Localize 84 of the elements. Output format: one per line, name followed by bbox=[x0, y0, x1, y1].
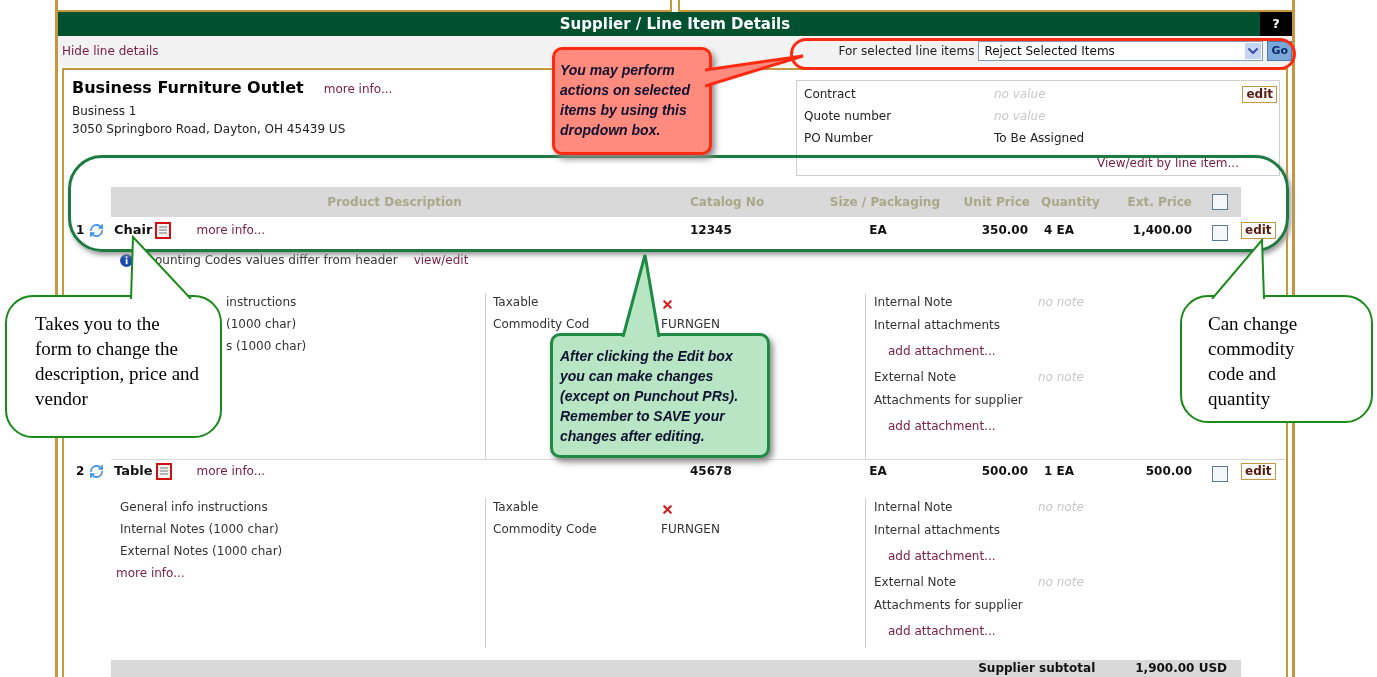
column-header: Catalog No bbox=[678, 187, 788, 217]
callout-tooltip: Takes you to the form to change the description, price and vendor bbox=[5, 295, 222, 438]
note-label: External Notes (1000 char) bbox=[120, 543, 283, 560]
subtotal-value: 1,900.00 USD bbox=[1135, 660, 1227, 677]
cross-icon bbox=[661, 502, 674, 516]
line-number: 1 bbox=[76, 222, 85, 239]
supplier-address: 3050 Springboro Road, Dayton, OH 45439 US bbox=[72, 121, 347, 138]
more-info-link[interactable]: more info... bbox=[323, 80, 393, 98]
field-label: Internal attachments bbox=[874, 317, 1001, 334]
extended-price: 500.00 bbox=[1144, 463, 1193, 480]
note-label: s (1000 char) bbox=[226, 338, 307, 355]
checkbox[interactable] bbox=[1211, 194, 1228, 210]
hide-details-link[interactable]: Hide line details bbox=[62, 42, 159, 60]
unit-price: 350.00 bbox=[980, 222, 1029, 239]
checkbox[interactable] bbox=[1211, 225, 1228, 241]
column-header: Quantity bbox=[1036, 187, 1108, 217]
edit-button[interactable]: edit bbox=[1242, 86, 1277, 103]
item-name: Table bbox=[114, 462, 153, 481]
quantity: 1 EA bbox=[1043, 463, 1075, 480]
catalog-number: 12345 bbox=[689, 222, 733, 239]
field-value: FURNGEN bbox=[661, 316, 721, 333]
column-header: Unit Price bbox=[948, 187, 1036, 217]
subtotal-label: Supplier subtotal bbox=[978, 660, 1096, 677]
field-label: PO Number bbox=[804, 130, 874, 147]
column-header: Size / Packaging bbox=[788, 187, 948, 217]
callout-tooltip: After clicking the Edit box you can make changes (except on Punchout PRs). Remember to SAVE your changes after editing. bbox=[550, 333, 770, 458]
callout-tooltip: You may perform actions on selected items by using this dropdown box. bbox=[552, 47, 712, 155]
note-label: Internal Notes (1000 char) bbox=[120, 521, 279, 538]
field-label: Commodity Code bbox=[493, 521, 598, 538]
help-button[interactable]: ? bbox=[1260, 12, 1292, 36]
info-icon bbox=[120, 253, 133, 267]
size-packaging: EA bbox=[868, 222, 888, 239]
note-label: General info instructions bbox=[120, 499, 268, 516]
document-icon[interactable] bbox=[155, 221, 172, 239]
more-info-link[interactable]: more info... bbox=[196, 462, 266, 480]
bulk-action-label: For selected line items bbox=[838, 43, 975, 60]
field-label: Attachments for supplier bbox=[874, 597, 1023, 614]
callout-pointer-tooltip bbox=[1210, 238, 1268, 299]
checkbox[interactable] bbox=[1211, 466, 1228, 482]
field-label: Quote number bbox=[804, 108, 893, 125]
unit-price: 500.00 bbox=[980, 463, 1029, 480]
field-label: External Note bbox=[874, 574, 957, 591]
field-label: External Note bbox=[874, 369, 957, 386]
edit-button[interactable]: edit bbox=[1241, 221, 1276, 239]
cross-icon bbox=[661, 297, 674, 311]
field-label: Internal attachments bbox=[874, 522, 1001, 539]
column-header: Ext. Price bbox=[1108, 187, 1198, 217]
add-attachment-link[interactable]: add attachment... bbox=[874, 544, 996, 565]
more-info-link[interactable]: more info... bbox=[116, 564, 185, 582]
extended-price: 1,400.00 bbox=[1131, 222, 1193, 239]
catalog-number: 45678 bbox=[689, 463, 733, 480]
item-name: Chair bbox=[114, 221, 153, 240]
add-attachment-link[interactable]: add attachment... bbox=[874, 414, 996, 435]
field-label: Internal Note bbox=[874, 294, 954, 311]
supplier-name: Business Furniture Outlet bbox=[72, 77, 304, 99]
field-label: Attachments for supplier bbox=[874, 392, 1023, 409]
panel-title: Supplier / Line Item Details bbox=[559, 13, 791, 35]
add-attachment-link[interactable]: add attachment... bbox=[874, 339, 996, 360]
field-label: Taxable bbox=[493, 294, 540, 311]
document-icon[interactable] bbox=[155, 462, 172, 480]
refresh-icon[interactable] bbox=[89, 222, 105, 238]
go-button[interactable]: Go bbox=[1267, 41, 1292, 61]
notice-text: ounting Codes values differ from header bbox=[155, 252, 398, 269]
add-attachment-link[interactable]: add attachment... bbox=[874, 619, 996, 640]
view-edit-link[interactable]: view/edit bbox=[413, 251, 469, 269]
field-value: FURNGEN bbox=[661, 521, 721, 538]
field-label: Taxable bbox=[493, 499, 540, 516]
column-header: Product Description bbox=[111, 187, 678, 217]
note-label: instructions bbox=[226, 294, 297, 311]
edit-button[interactable]: edit bbox=[1241, 462, 1276, 480]
field-label: Internal Note bbox=[874, 499, 954, 516]
view-edit-line-link[interactable]: View/edit by line item... bbox=[1097, 154, 1239, 172]
quantity: 4 EA bbox=[1043, 222, 1075, 239]
field-label: Commodity Cod bbox=[493, 316, 591, 333]
note-label: (1000 char) bbox=[226, 316, 297, 333]
action-dropdown[interactable]: Reject Selected Items bbox=[978, 41, 1264, 61]
field-label: Contract bbox=[804, 86, 857, 103]
supplier-line: Business 1 bbox=[72, 103, 138, 120]
size-packaging: EA bbox=[868, 463, 888, 480]
field-value: To Be Assigned bbox=[994, 130, 1085, 147]
callout-tooltip: Can change commodity code and quantity bbox=[1180, 295, 1373, 423]
more-info-link[interactable]: more info... bbox=[196, 221, 266, 239]
refresh-icon[interactable] bbox=[89, 463, 105, 479]
line-number: 2 bbox=[76, 463, 85, 480]
